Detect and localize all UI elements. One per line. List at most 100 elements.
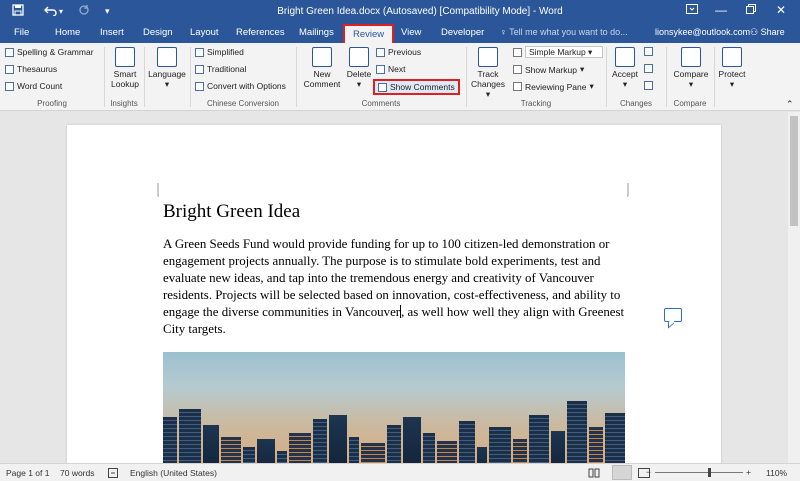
spelling-label: Spelling & Grammar bbox=[17, 47, 94, 57]
account-name[interactable]: lionsykee@outlook.com bbox=[655, 27, 750, 37]
zoom-out-icon[interactable]: − bbox=[646, 467, 651, 477]
tab-references[interactable]: References bbox=[236, 27, 285, 38]
proofing-group-label: Proofing bbox=[37, 99, 67, 108]
previous-change-button[interactable] bbox=[644, 64, 653, 73]
tab-home[interactable]: Home bbox=[55, 27, 80, 38]
word-count-status[interactable]: 70 words bbox=[60, 468, 95, 478]
lightbulb-icon: ♀ bbox=[500, 27, 507, 37]
restore-icon[interactable] bbox=[738, 3, 764, 17]
changes-group-label: Changes bbox=[619, 99, 653, 108]
group-separator bbox=[666, 47, 667, 107]
reviewing-pane-button[interactable]: Reviewing Pane ▾ bbox=[513, 81, 594, 92]
proofing-status-icon[interactable] bbox=[108, 468, 120, 480]
document-paragraph[interactable]: A Green Seeds Fund would provide funding… bbox=[163, 236, 629, 339]
smart-lookup-button[interactable]: Smart Lookup bbox=[109, 47, 141, 89]
next-label: Next bbox=[388, 64, 406, 74]
document-page[interactable]: Bright Green Idea A Green Seeds Fund wou… bbox=[67, 125, 721, 470]
tab-layout[interactable]: Layout bbox=[190, 27, 219, 38]
convert-options-button[interactable]: Convert with Options bbox=[195, 81, 286, 91]
protect-label: Protect bbox=[718, 69, 746, 79]
zoom-level[interactable]: 110% bbox=[766, 468, 787, 478]
display-for-review-dropdown[interactable]: Simple Markup ▾ bbox=[513, 46, 603, 58]
protect-button[interactable]: Protect ▾ bbox=[716, 47, 748, 89]
simplified-label: Simplified bbox=[207, 47, 244, 57]
thesaurus-icon bbox=[5, 64, 14, 74]
comment-balloon-icon[interactable] bbox=[664, 308, 682, 322]
scrollbar-thumb[interactable] bbox=[790, 116, 798, 226]
new-comment-button[interactable]: New Comment bbox=[302, 47, 342, 89]
vertical-scrollbar[interactable] bbox=[788, 112, 800, 464]
previous-change-icon bbox=[644, 64, 653, 73]
share-button[interactable]: ⚇ Share bbox=[750, 27, 785, 38]
tell-me-box[interactable]: ♀ Tell me what you want to do... bbox=[500, 27, 628, 37]
next-comment-icon bbox=[376, 64, 385, 74]
next-comment-button[interactable]: Next bbox=[376, 64, 405, 74]
tab-file[interactable]: File bbox=[14, 27, 29, 38]
show-markup-button[interactable]: Show Markup ▾ bbox=[513, 64, 584, 75]
show-comments-label: Show Comments bbox=[390, 82, 455, 92]
reject-icon bbox=[644, 47, 653, 56]
zoom-slider[interactable] bbox=[655, 468, 743, 477]
convert-label: Convert with Options bbox=[207, 81, 286, 91]
group-separator bbox=[144, 47, 145, 107]
minimize-icon[interactable]: — bbox=[708, 3, 734, 17]
group-separator bbox=[714, 47, 715, 107]
word-count-button[interactable]: Word Count bbox=[5, 81, 62, 91]
page-count[interactable]: Page 1 of 1 bbox=[6, 468, 49, 478]
share-label: Share bbox=[760, 27, 785, 37]
tab-developer[interactable]: Developer bbox=[441, 27, 484, 38]
language-status[interactable]: English (United States) bbox=[130, 468, 217, 478]
traditional-button[interactable]: Traditional bbox=[195, 64, 246, 74]
track-changes-button[interactable]: Track Changes ▾ bbox=[468, 47, 508, 99]
tab-view[interactable]: View bbox=[401, 27, 421, 38]
building-shape bbox=[179, 409, 201, 470]
print-layout-icon[interactable] bbox=[612, 465, 632, 480]
ribbon: Spelling & Grammar Thesaurus Word Count … bbox=[0, 43, 800, 111]
simplified-button[interactable]: Simplified bbox=[195, 47, 244, 57]
close-icon[interactable]: ✕ bbox=[768, 3, 794, 17]
magnifier-icon bbox=[115, 47, 135, 67]
next-change-button[interactable] bbox=[644, 81, 653, 90]
zoom-in-icon[interactable]: + bbox=[746, 467, 751, 477]
building-shape bbox=[529, 415, 549, 470]
tab-insert[interactable]: Insert bbox=[100, 27, 124, 38]
spelling-icon bbox=[5, 47, 14, 57]
delete-label: Delete bbox=[346, 69, 372, 79]
previous-comment-button[interactable]: Previous bbox=[376, 47, 421, 57]
document-title[interactable]: Bright Green Idea bbox=[163, 201, 300, 223]
track-changes-label: Track Changes bbox=[470, 69, 506, 89]
delete-comment-icon bbox=[349, 47, 369, 67]
language-button[interactable]: Language ▾ bbox=[146, 47, 188, 89]
tab-review[interactable]: Review bbox=[343, 24, 395, 43]
reviewing-pane-label: Reviewing Pane bbox=[525, 81, 587, 92]
show-comments-button[interactable]: Show Comments bbox=[373, 79, 460, 95]
insights-group-label: Insights bbox=[110, 99, 138, 108]
margin-corner-mark bbox=[157, 183, 159, 197]
delete-comment-button[interactable]: Delete ▾ bbox=[344, 47, 374, 89]
spelling-grammar-button[interactable]: Spelling & Grammar bbox=[5, 47, 94, 57]
zoom-slider-knob[interactable] bbox=[708, 468, 711, 477]
read-mode-icon[interactable] bbox=[588, 468, 600, 480]
convert-icon bbox=[195, 81, 204, 91]
language-label: Language bbox=[148, 69, 186, 79]
compare-button[interactable]: Compare ▾ bbox=[670, 47, 712, 89]
status-bar: Page 1 of 1 70 words English (United Sta… bbox=[0, 463, 800, 481]
collapse-ribbon-icon[interactable]: ⌃ bbox=[786, 99, 794, 110]
title-bar: ▾ ▾ Bright Green Idea.docx (Autosaved) [… bbox=[0, 0, 800, 24]
group-separator bbox=[190, 47, 191, 107]
tell-me-text: Tell me what you want to do... bbox=[509, 27, 628, 37]
ribbon-display-options-icon[interactable] bbox=[679, 3, 705, 17]
ribbon-tabs: File Home Insert Design Layout Reference… bbox=[0, 24, 800, 43]
accept-icon bbox=[615, 47, 635, 67]
protect-icon bbox=[722, 47, 742, 67]
tab-design[interactable]: Design bbox=[143, 27, 173, 38]
tab-mailings[interactable]: Mailings bbox=[299, 27, 334, 38]
accept-button[interactable]: Accept ▾ bbox=[609, 47, 641, 89]
word-count-icon bbox=[5, 81, 14, 91]
thesaurus-button[interactable]: Thesaurus bbox=[5, 64, 57, 74]
city-skyline-image[interactable] bbox=[163, 352, 625, 470]
new-comment-label: New Comment bbox=[303, 69, 341, 89]
reject-button[interactable] bbox=[644, 47, 653, 56]
simple-markup-select[interactable]: Simple Markup ▾ bbox=[525, 46, 603, 58]
next-change-icon bbox=[644, 81, 653, 90]
